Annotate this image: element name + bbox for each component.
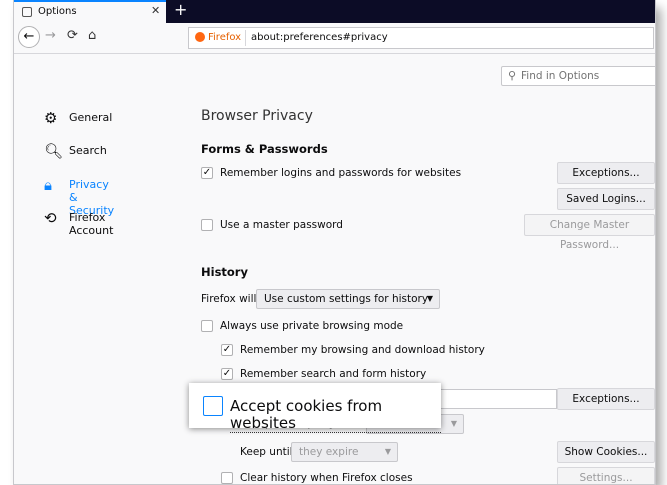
clear-history-checkbox[interactable]	[221, 472, 233, 484]
firefox-icon	[195, 32, 205, 42]
private-mode-checkbox[interactable]	[201, 320, 213, 332]
sidebar-item-label: Firefox Account	[69, 211, 114, 237]
accept-cookies-label: Accept cookies from websites	[230, 398, 441, 433]
tab-title: Options	[38, 6, 77, 17]
search-placeholder: Find in Options	[521, 70, 600, 82]
arrow-left-icon: ←	[23, 29, 35, 44]
page-icon	[22, 7, 32, 17]
close-icon[interactable]: ✕	[151, 4, 160, 17]
search-icon: 🔍︎	[44, 142, 64, 160]
master-password-checkbox[interactable]	[201, 219, 213, 231]
sidebar-item-label: General	[69, 111, 113, 124]
remember-browsing-label: Remember my browsing and download histor…	[240, 344, 485, 356]
reload-button[interactable]: ⟳	[67, 28, 78, 43]
chevron-down-icon: ▼	[426, 294, 433, 303]
back-button[interactable]: ←	[18, 26, 40, 48]
remember-logins-checkbox[interactable]: ✓	[201, 167, 213, 179]
url-separator	[245, 30, 246, 46]
sidebar-item-label: Search	[69, 144, 107, 157]
tab-bar: Options ✕ +	[14, 0, 655, 23]
change-master-password-button[interactable]: Change Master Password...	[524, 214, 655, 251]
keep-until-select[interactable]: they expire ▼	[291, 442, 398, 462]
private-mode-label: Always use private browsing mode	[220, 320, 404, 332]
nav-bar: ← → ⟳ ⌂ Firefox about:preferences#privac…	[14, 23, 655, 54]
history-heading: History	[201, 265, 248, 279]
page-title: Browser Privacy	[201, 108, 313, 124]
tab-options[interactable]: Options ✕	[14, 0, 166, 23]
url-text[interactable]: about:preferences#privacy	[251, 32, 388, 43]
show-cookies-button[interactable]: Show Cookies...	[557, 441, 655, 463]
remember-logins-label: Remember logins and passwords for websit…	[220, 167, 462, 179]
accept-cookies-checkbox[interactable]	[203, 396, 223, 416]
chevron-down-icon: ▼	[450, 419, 457, 428]
keep-until-value: they expire	[299, 446, 359, 458]
keep-until-label: Keep until	[240, 446, 293, 458]
saved-logins-button[interactable]: Saved Logins...	[557, 188, 655, 210]
chevron-down-icon: ▼	[384, 447, 391, 456]
identity-label: Firefox	[208, 32, 242, 43]
home-button[interactable]: ⌂	[88, 28, 96, 43]
search-icon: ⚲	[508, 69, 517, 82]
remember-search-checkbox[interactable]: ✓	[221, 368, 233, 380]
firefox-will-label: Firefox will	[201, 293, 257, 305]
forms-heading: Forms & Passwords	[201, 142, 328, 156]
new-tab-button[interactable]: +	[174, 0, 187, 19]
history-mode-value: Use custom settings for history	[264, 293, 429, 305]
clear-history-settings-button[interactable]: Settings...	[557, 467, 655, 484]
forward-button[interactable]: →	[45, 28, 56, 43]
url-bar[interactable]: Firefox about:preferences#privacy	[188, 27, 654, 49]
remember-browsing-checkbox[interactable]: ✓	[221, 344, 233, 356]
gear-icon: ⚙	[44, 109, 58, 127]
sync-icon: ⟲	[44, 209, 57, 227]
lock-icon: 🔒︎	[44, 176, 52, 194]
remember-search-label: Remember search and form history	[240, 368, 427, 380]
clear-history-label: Clear history when Firefox closes	[240, 472, 413, 484]
accept-cookies-callout: Accept cookies from websites	[189, 383, 441, 433]
cookie-field	[440, 389, 557, 409]
cookie-exceptions-button[interactable]: Exceptions...	[557, 388, 655, 410]
find-in-options-input[interactable]: ⚲ Find in Options	[501, 66, 655, 86]
master-password-label: Use a master password	[220, 219, 343, 231]
history-mode-select[interactable]: Use custom settings for history ▼	[256, 289, 440, 309]
logins-exceptions-button[interactable]: Exceptions...	[557, 162, 655, 184]
